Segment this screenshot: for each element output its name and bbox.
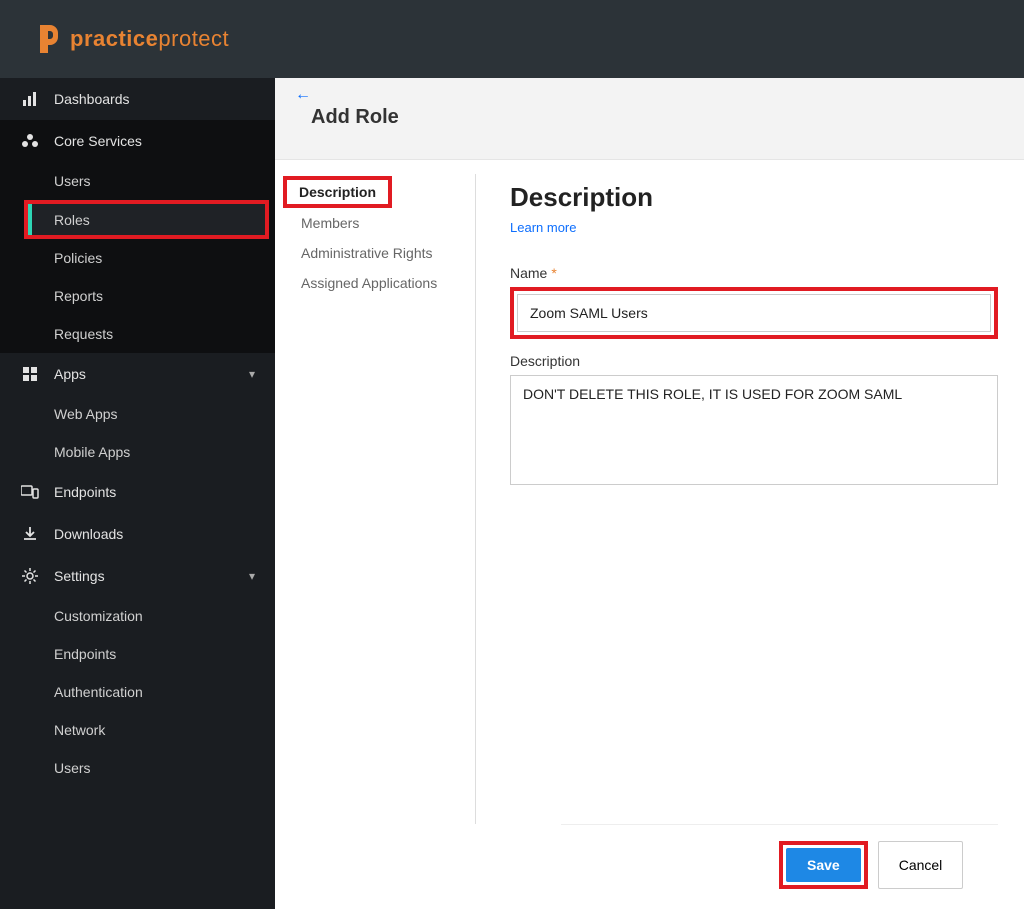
sidebar-label-dashboards: Dashboards (54, 91, 130, 107)
sidebar-label-apps: Apps (54, 366, 86, 382)
sidebar-item-downloads[interactable]: Downloads (0, 513, 275, 555)
content: ← Add Role Description Members Administr… (275, 78, 1024, 909)
back-arrow-icon[interactable]: ← (295, 86, 311, 104)
tab-admin-rights[interactable]: Administrative Rights (285, 238, 475, 268)
description-label: Description (510, 353, 998, 369)
sidebar-item-mobile-apps[interactable]: Mobile Apps (0, 433, 275, 471)
devices-icon (20, 482, 40, 502)
chevron-down-icon: ▾ (249, 367, 255, 381)
grid-icon (20, 364, 40, 384)
sidebar-label-downloads: Downloads (54, 526, 123, 542)
learn-more-link[interactable]: Learn more (510, 220, 576, 235)
form-heading: Description (510, 182, 998, 213)
sidebar-item-settings-endpoints[interactable]: Endpoints (0, 635, 275, 673)
tab-assigned-apps[interactable]: Assigned Applications (285, 268, 475, 298)
save-highlight: Save (779, 841, 868, 889)
name-label: Name* (510, 265, 998, 281)
page-title: Add Role (311, 106, 1004, 129)
chevron-down-icon: ▾ (249, 569, 255, 583)
sidebar-label-endpoints: Endpoints (54, 484, 116, 500)
tab-members[interactable]: Members (285, 208, 475, 238)
tab-description-wrapper: Description (283, 176, 475, 208)
sidebar-item-requests[interactable]: Requests (0, 315, 275, 353)
bars-icon (20, 89, 40, 109)
gear-icon (20, 566, 40, 586)
sidebar-item-endpoints[interactable]: Endpoints (0, 471, 275, 513)
save-button[interactable]: Save (786, 848, 861, 882)
sidebar: Dashboards Core Services Users Roles Pol… (0, 78, 275, 909)
sidebar-item-roles[interactable]: Roles (24, 200, 269, 239)
sidebar-item-policies[interactable]: Policies (0, 239, 275, 277)
sidebar-item-apps[interactable]: Apps ▾ (0, 353, 275, 395)
core-icon (20, 131, 40, 151)
sidebar-item-dashboards[interactable]: Dashboards (0, 78, 275, 120)
sidebar-label-core: Core Services (54, 133, 142, 149)
sidebar-item-users[interactable]: Users (0, 162, 275, 200)
name-highlight (510, 287, 998, 339)
sidebar-label-settings: Settings (54, 568, 105, 584)
sidebar-item-settings[interactable]: Settings ▾ (0, 555, 275, 597)
topbar: practiceprotect (0, 0, 1024, 78)
sidebar-item-core-services[interactable]: Core Services (0, 120, 275, 162)
download-icon (20, 524, 40, 544)
sidebar-item-customization[interactable]: Customization (0, 597, 275, 635)
name-input[interactable] (517, 294, 991, 332)
form-column: Description Learn more Name* Description (486, 174, 1004, 824)
sidebar-item-authentication[interactable]: Authentication (0, 673, 275, 711)
cancel-button[interactable]: Cancel (878, 841, 964, 889)
logo-text: practiceprotect (70, 26, 229, 52)
description-input[interactable] (510, 375, 998, 485)
sidebar-item-settings-users[interactable]: Users (0, 749, 275, 787)
logo-icon (34, 23, 62, 55)
sidebar-item-reports[interactable]: Reports (0, 277, 275, 315)
content-header: ← Add Role (275, 78, 1024, 160)
sidebar-item-network[interactable]: Network (0, 711, 275, 749)
footer: Save Cancel (561, 824, 998, 909)
logo[interactable]: practiceprotect (34, 23, 229, 55)
sidebar-item-web-apps[interactable]: Web Apps (0, 395, 275, 433)
tab-column: Description Members Administrative Right… (285, 174, 475, 824)
tab-description[interactable]: Description (283, 176, 392, 208)
vertical-divider (475, 174, 476, 824)
